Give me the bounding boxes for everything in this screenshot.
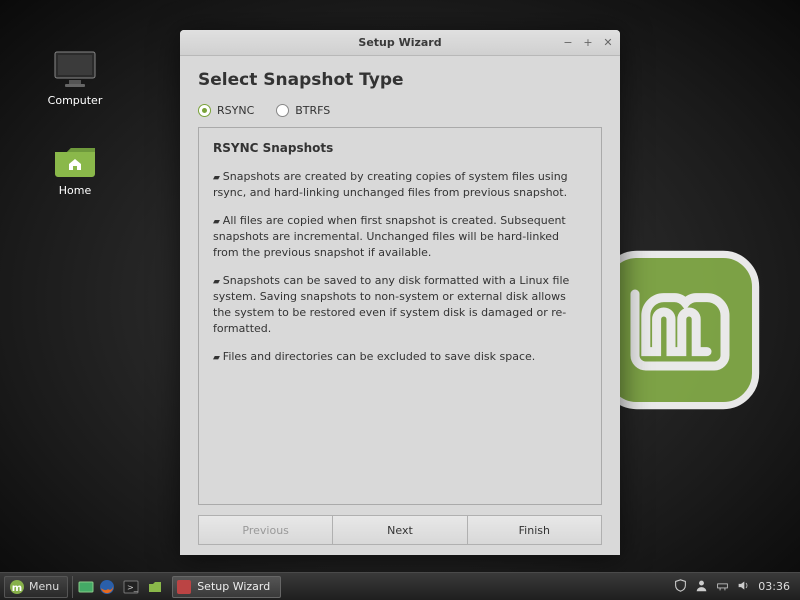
close-button[interactable]: ✕	[602, 37, 614, 49]
radio-rsync[interactable]: RSYNC	[198, 104, 254, 117]
menu-label: Menu	[29, 580, 59, 593]
info-bullet: Files and directories can be excluded to…	[213, 349, 587, 365]
titlebar[interactable]: Setup Wizard − + ✕	[180, 30, 620, 56]
user-icon[interactable]	[695, 579, 708, 595]
info-title: RSYNC Snapshots	[213, 140, 587, 157]
task-label: Setup Wizard	[197, 580, 270, 593]
network-icon[interactable]	[716, 579, 729, 595]
finish-button[interactable]: Finish	[468, 515, 602, 545]
next-button[interactable]: Next	[333, 515, 467, 545]
svg-text:m: m	[12, 583, 22, 594]
terminal-launcher[interactable]: >_	[120, 576, 142, 598]
app-icon	[177, 580, 191, 594]
radio-icon	[276, 104, 289, 117]
snapshot-type-radios: RSYNC BTRFS	[198, 104, 602, 117]
desktop-icon-home[interactable]: Home	[40, 140, 110, 197]
mint-icon: m	[9, 579, 25, 595]
maximize-button[interactable]: +	[582, 37, 594, 49]
setup-wizard-window: Setup Wizard − + ✕ Select Snapshot Type …	[180, 30, 620, 555]
files-launcher[interactable]	[144, 576, 166, 598]
info-bullet: Snapshots can be saved to any disk forma…	[213, 273, 587, 337]
window-title: Setup Wizard	[358, 36, 441, 49]
system-tray: 03:36	[674, 579, 796, 595]
taskbar: m Menu >_ Setup Wizard 03:36	[0, 572, 800, 600]
volume-icon[interactable]	[737, 579, 750, 595]
radio-btrfs[interactable]: BTRFS	[276, 104, 330, 117]
firefox-launcher[interactable]	[96, 576, 118, 598]
clock[interactable]: 03:36	[758, 580, 790, 593]
folder-home-icon	[51, 140, 99, 180]
page-heading: Select Snapshot Type	[198, 70, 602, 90]
taskbar-item-setup-wizard[interactable]: Setup Wizard	[172, 576, 281, 598]
wizard-buttons: Previous Next Finish	[198, 515, 602, 545]
desktop-icon-label: Home	[40, 184, 110, 197]
svg-text:>_: >_	[127, 583, 139, 592]
previous-button: Previous	[198, 515, 333, 545]
radio-label: BTRFS	[295, 104, 330, 117]
show-desktop-launcher[interactable]	[72, 576, 94, 598]
monitor-icon	[51, 50, 99, 90]
info-panel: RSYNC Snapshots Snapshots are created by…	[198, 127, 602, 505]
radio-label: RSYNC	[217, 104, 254, 117]
minimize-button[interactable]: −	[562, 37, 574, 49]
desktop-icon-computer[interactable]: Computer	[40, 50, 110, 107]
desktop-icon-label: Computer	[40, 94, 110, 107]
shield-icon[interactable]	[674, 579, 687, 595]
info-bullet: All files are copied when first snapshot…	[213, 213, 587, 261]
menu-button[interactable]: m Menu	[4, 576, 68, 598]
info-bullet: Snapshots are created by creating copies…	[213, 169, 587, 201]
radio-icon	[198, 104, 211, 117]
